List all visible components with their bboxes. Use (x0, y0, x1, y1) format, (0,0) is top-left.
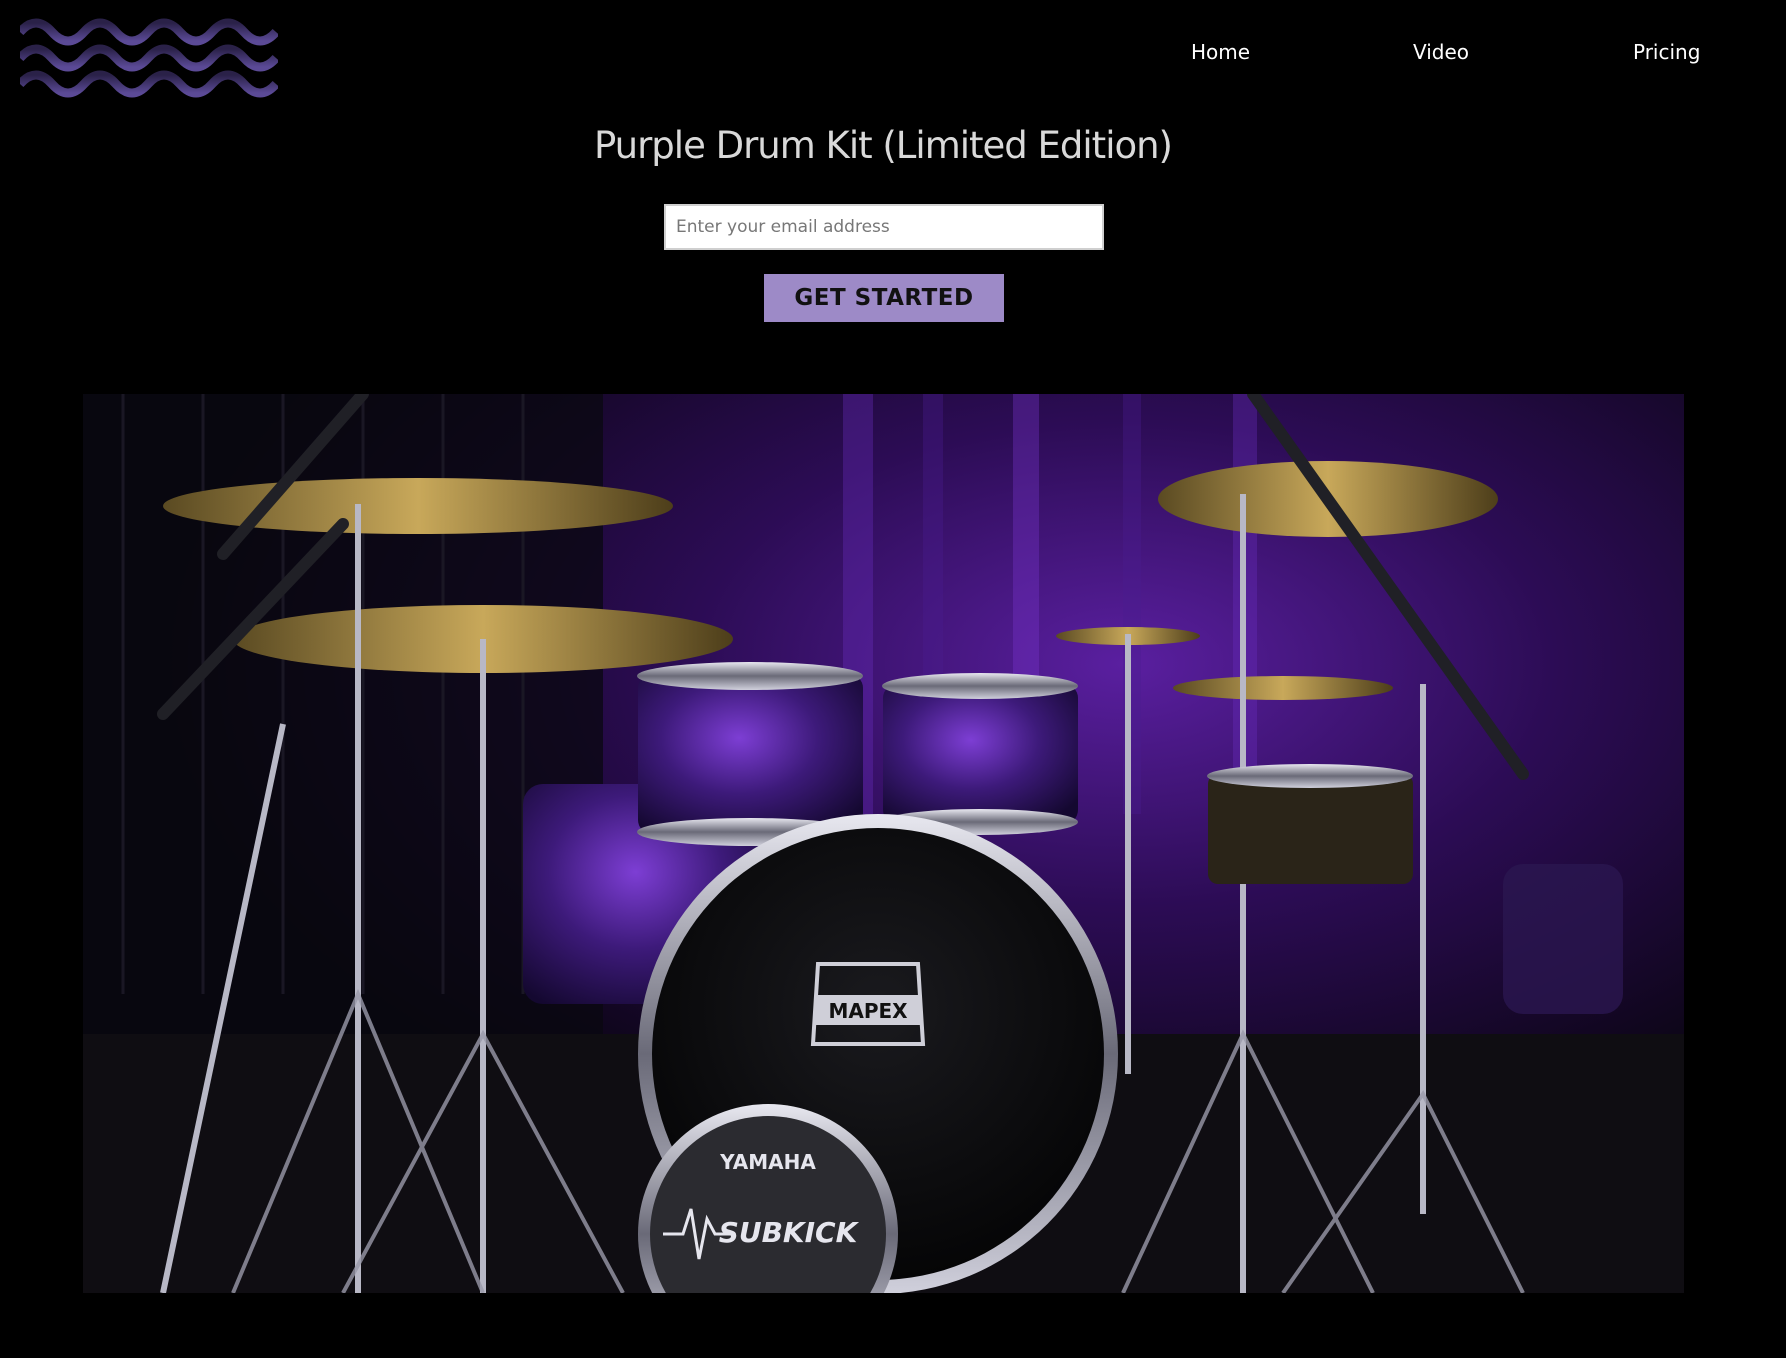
page-title: Purple Drum Kit (Limited Edition) (593, 124, 1173, 167)
landing-page: Home Video Pricing Purple Drum Kit (Limi… (0, 0, 1786, 1358)
drum-kit-photo: MAPEX YAMAHA SUBKICK (83, 394, 1684, 1293)
nav-link-pricing[interactable]: Pricing (1633, 40, 1700, 64)
nav-link-video[interactable]: Video (1413, 40, 1469, 64)
main-nav: Home Video Pricing (0, 40, 1786, 74)
email-input[interactable] (664, 204, 1104, 250)
mapex-logo: MAPEX (828, 999, 908, 1023)
nav-link-home[interactable]: Home (1191, 40, 1250, 64)
get-started-button[interactable]: GET STARTED (764, 274, 1004, 322)
subkick-label: SUBKICK (719, 1216, 860, 1249)
yamaha-logo: YAMAHA (719, 1150, 816, 1174)
